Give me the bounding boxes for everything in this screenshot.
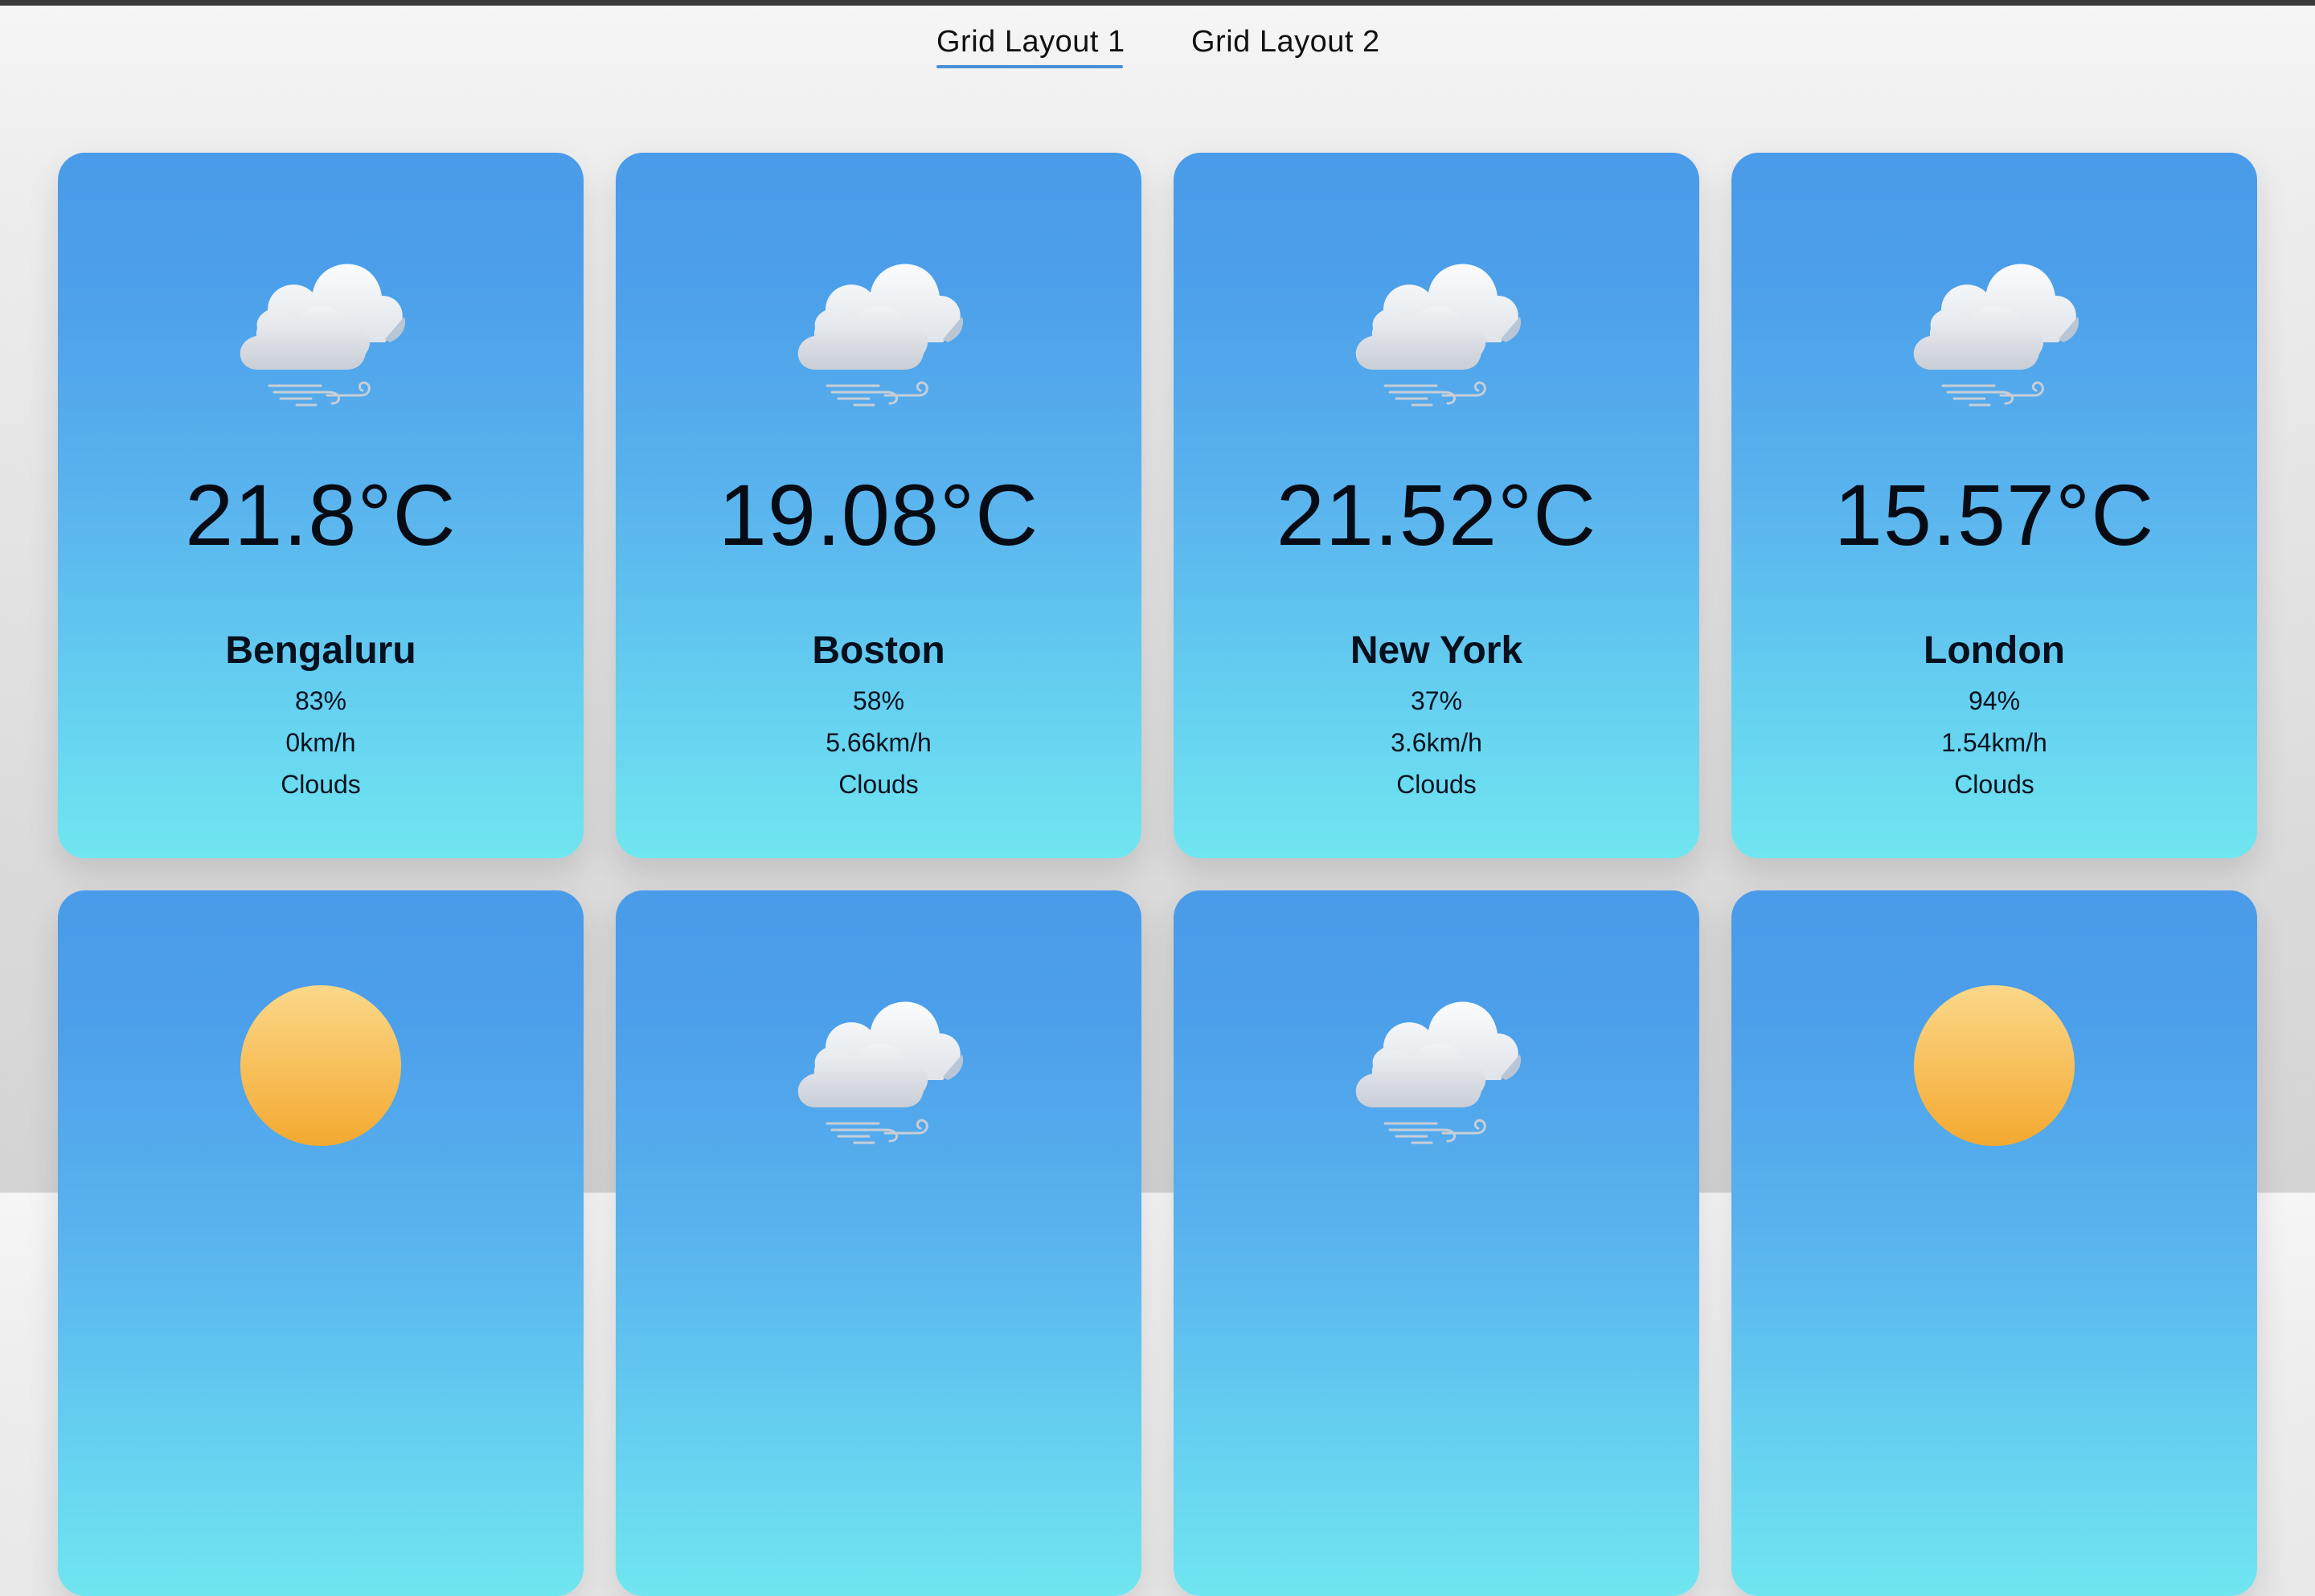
tab-grid-layout-2[interactable]: Grid Layout 2 [1191,25,1380,59]
weather-card[interactable]: 21.52°C New York 37% 3.6km/h Clouds [1174,153,1699,858]
cloud-wind-icon [58,248,584,408]
cloud-wind-icon [1174,248,1699,408]
weather-card[interactable]: 21.8°C Bengaluru 83% 0km/h Clouds [58,153,584,858]
weather-card[interactable]: 15.57°C London 94% 1.54km/h Clouds [1731,153,2257,858]
sun-icon [232,985,409,1146]
sun-icon [1906,985,2083,1146]
card-temperature: 21.8°C [185,466,457,563]
weather-card[interactable]: 19.08°C Boston 58% 5.66km/h Clouds [616,153,1141,858]
sun-icon [1731,985,2257,1146]
cloud-wind-icon [616,985,1141,1146]
card-wind-speed: 3.6km/h [1391,728,1482,757]
card-temperature: 19.08°C [718,466,1039,563]
cloud-wind-icon [1174,985,1699,1146]
weather-card[interactable] [58,890,584,1596]
weather-card[interactable] [616,890,1141,1596]
cloud-wind-icon [616,248,1141,408]
card-humidity: 94% [1968,686,2021,715]
weather-card[interactable] [1174,890,1699,1596]
active-tab-indicator [936,65,1123,68]
card-humidity: 37% [1410,686,1463,715]
card-city: New York [1350,629,1523,672]
card-wind-speed: 5.66km/h [826,728,932,757]
card-condition: Clouds [281,770,361,799]
card-wind-speed: 1.54km/h [1941,728,2047,757]
card-temperature: 21.52°C [1276,466,1597,563]
cloud-wind-icon [232,248,409,408]
cloud-wind-icon [790,248,967,408]
card-condition: Clouds [1954,770,2034,799]
cloud-wind-icon [790,985,967,1146]
cloud-wind-icon [1906,248,2083,408]
card-wind-speed: 0km/h [285,728,356,757]
card-city: Boston [812,629,945,672]
card-temperature: 15.57°C [1834,466,2155,563]
card-city: Bengaluru [225,629,416,672]
sun-icon [58,985,584,1146]
card-humidity: 83% [294,686,347,715]
cloud-wind-icon [1348,248,1525,408]
cloud-wind-icon [1731,248,2257,408]
layout-tabs: Grid Layout 1 Grid Layout 2 [0,6,2315,94]
tab-grid-layout-1[interactable]: Grid Layout 1 [936,25,1125,59]
card-city: London [1924,629,2065,672]
cloud-wind-icon [1348,985,1525,1146]
weather-card[interactable] [1731,890,2257,1596]
card-condition: Clouds [838,770,919,799]
weather-grid: 21.8°C Bengaluru 83% 0km/h Clouds 19.08°… [58,153,2257,1596]
card-condition: Clouds [1396,770,1477,799]
window-top-strip [0,0,2315,6]
card-humidity: 58% [852,686,905,715]
